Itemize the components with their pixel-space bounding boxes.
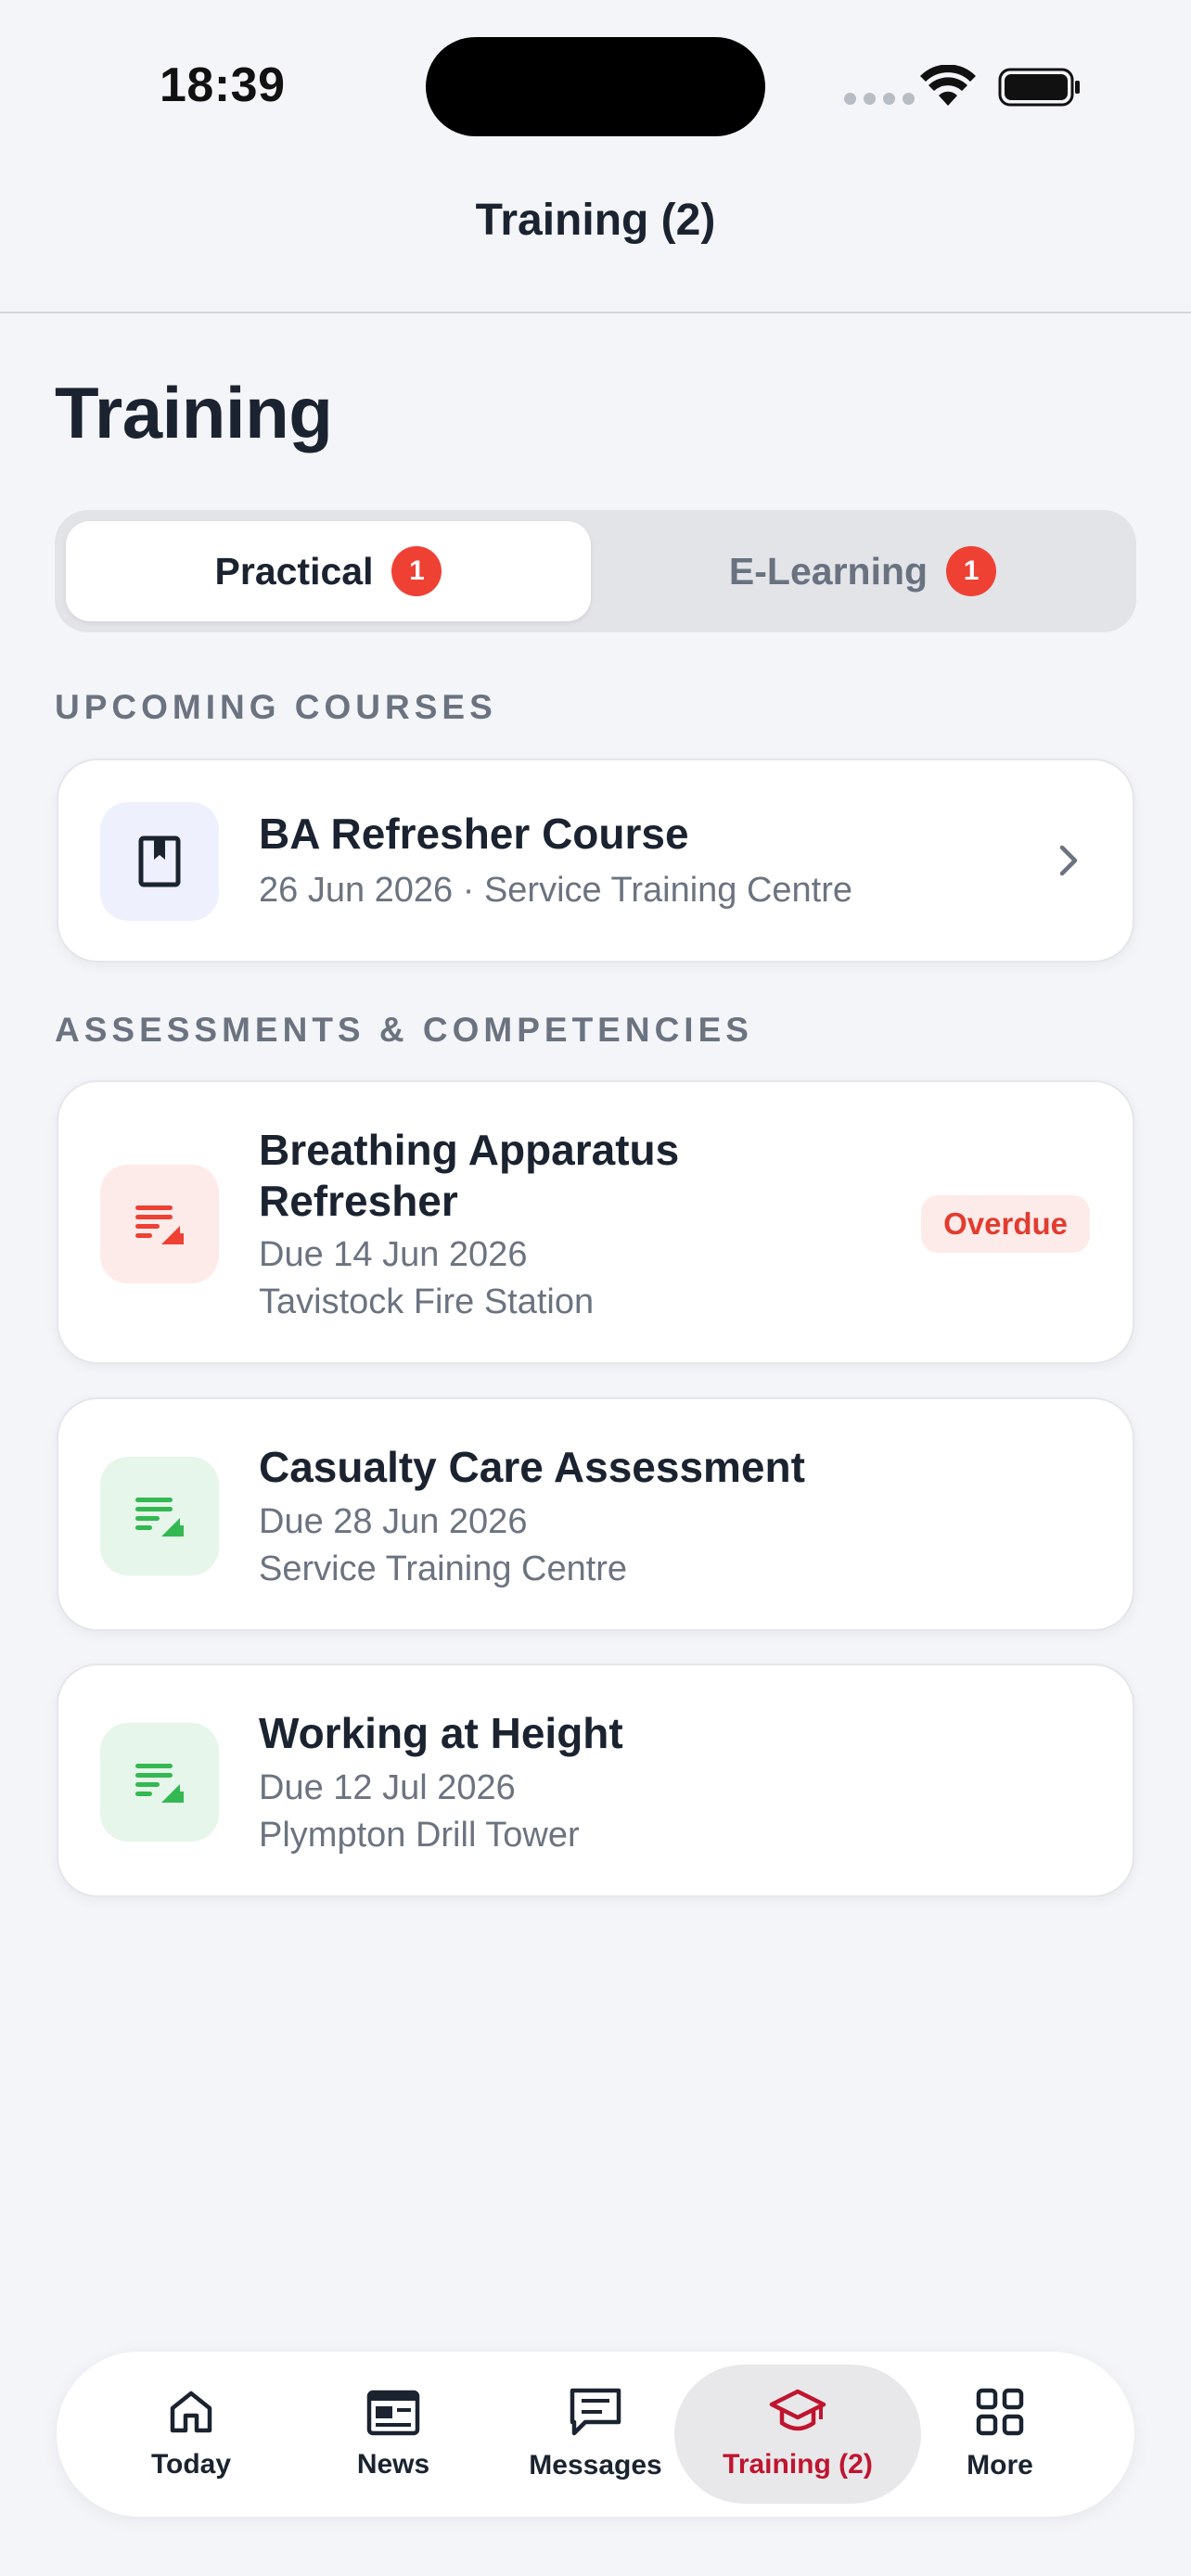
assessment-due-date: Due 28 Jun 2026	[259, 1502, 528, 1541]
assessment-card[interactable]: Working at Height Due 12 Jul 2026 Plympt…	[57, 1664, 1134, 1897]
tab-today[interactable]: Today	[90, 2352, 292, 2517]
assessment-icon	[135, 1764, 184, 1803]
home-icon	[170, 2391, 212, 2433]
tab-messages[interactable]: Messages	[494, 2352, 697, 2517]
dynamic-island	[426, 37, 765, 136]
nav-title: Training (2)	[475, 196, 716, 245]
grid-icon	[976, 2388, 1024, 2436]
assessment-card[interactable]: Casualty Care Assessment Due 28 Jun 2026…	[57, 1397, 1134, 1631]
assessment-location: Tavistock Fire Station	[259, 1282, 595, 1321]
tab-training[interactable]: Training (2)	[697, 2352, 899, 2517]
assessment-location: Plympton Drill Tower	[259, 1816, 580, 1855]
assessment-icon-tile	[100, 1457, 219, 1575]
assessment-title-line2: Refresher	[259, 1177, 458, 1225]
assessment-title: Casualty Care Assessment	[259, 1443, 805, 1491]
messages-icon	[570, 2388, 621, 2436]
assessment-due-date: Due 14 Jun 2026	[259, 1235, 528, 1274]
graduation-cap-icon	[769, 2389, 826, 2431]
tab-bar: Today News Messages Training (2) More	[57, 2352, 1134, 2517]
tab-label: Training (2)	[723, 2449, 873, 2480]
wifi-icon	[920, 65, 976, 106]
book-icon	[138, 835, 181, 887]
assessment-due-date: Due 12 Jul 2026	[259, 1768, 516, 1807]
status-badge-overdue: Overdue	[921, 1195, 1090, 1253]
tab-label: Messages	[529, 2450, 662, 2480]
assessment-icon	[135, 1498, 184, 1537]
segment-practical[interactable]: Practical 1	[66, 521, 591, 621]
course-subtitle: 26 Jun 2026 · Service Training Centre	[259, 871, 853, 910]
status-time: 18:39	[160, 58, 286, 112]
course-icon-tile	[100, 802, 219, 921]
tab-news[interactable]: News	[292, 2352, 494, 2517]
cellular-signal-icon	[844, 93, 915, 105]
course-card[interactable]: BA Refresher Course 26 Jun 2026 · Servic…	[57, 759, 1134, 963]
section-label-upcoming: UPCOMING COURSES	[55, 688, 497, 726]
assessment-icon-tile	[100, 1723, 219, 1842]
assessment-title: Breathing Apparatus	[259, 1126, 680, 1174]
tab-label: News	[356, 2449, 430, 2480]
section-label-assessments: ASSESSMENTS & COMPETENCIES	[55, 1011, 753, 1049]
assessment-icon-tile	[100, 1165, 219, 1283]
status-bar: 18:39	[0, 0, 1191, 176]
tab-label: More	[967, 2450, 1033, 2480]
segment-e-learning[interactable]: E-Learning 1	[600, 521, 1125, 621]
assessment-card[interactable]: Breathing Apparatus Refresher Due 14 Jun…	[57, 1080, 1134, 1364]
course-title: BA Refresher Course	[259, 810, 689, 858]
assessment-icon	[135, 1205, 184, 1244]
segment-label: E-Learning	[728, 549, 928, 593]
battery-icon	[998, 68, 1080, 107]
segment-badge: 1	[946, 546, 997, 596]
nav-divider	[0, 312, 1191, 313]
tab-label: Today	[150, 2449, 232, 2480]
news-icon	[366, 2390, 420, 2436]
chevron-right-icon	[1059, 845, 1078, 876]
assessment-location: Service Training Centre	[259, 1549, 628, 1588]
training-segmented-control: Practical 1 E-Learning 1	[55, 510, 1136, 632]
segment-label: Practical	[214, 549, 374, 593]
tab-more[interactable]: More	[899, 2352, 1101, 2517]
segment-badge: 1	[391, 546, 442, 596]
page-title: Training	[55, 372, 333, 453]
assessment-title: Working at Height	[259, 1709, 623, 1757]
